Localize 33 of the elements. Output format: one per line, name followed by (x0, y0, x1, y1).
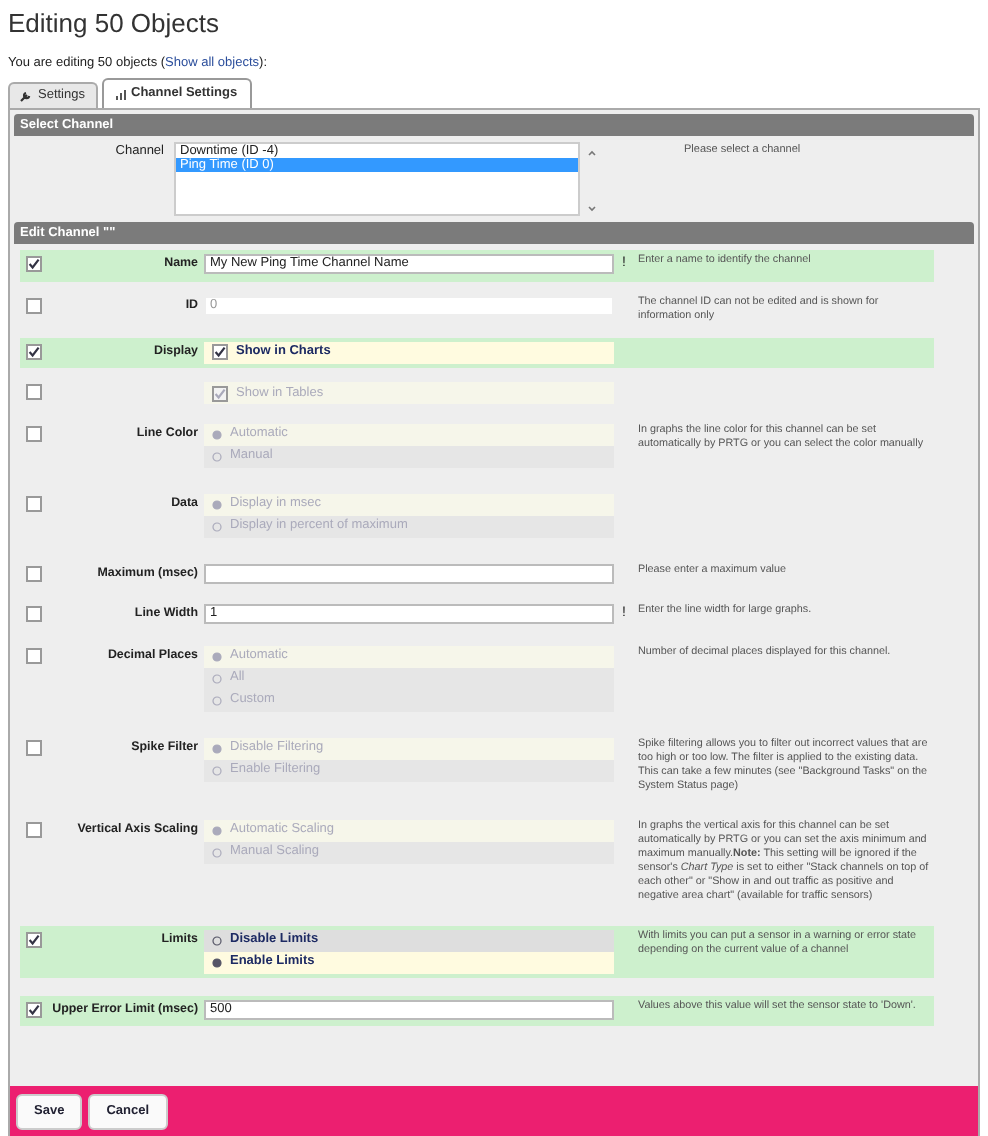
apply-checkbox[interactable] (26, 343, 42, 360)
apply-checkbox[interactable] (26, 297, 42, 314)
chart-icon (115, 89, 125, 99)
apply-checkbox[interactable] (26, 1001, 42, 1018)
radio-button[interactable] (212, 957, 222, 967)
radio-button[interactable] (212, 429, 222, 439)
radio-button[interactable] (212, 765, 222, 775)
apply-checkbox[interactable] (26, 606, 42, 623)
apply-checkbox[interactable] (26, 565, 42, 582)
checkbox[interactable] (212, 344, 228, 360)
apply-checkbox[interactable] (26, 931, 42, 948)
radio-button[interactable] (212, 451, 222, 461)
checkbox[interactable] (212, 385, 228, 401)
apply-checkbox[interactable] (26, 425, 42, 442)
radio-button[interactable] (212, 695, 222, 705)
radio-button[interactable] (212, 935, 222, 945)
radio-button[interactable] (212, 743, 222, 753)
page-title: Editing 50 Objects (8, 8, 222, 40)
radio-button[interactable] (212, 825, 222, 835)
apply-checkbox[interactable] (26, 821, 42, 838)
apply-checkbox[interactable] (26, 256, 42, 273)
radio-button[interactable] (212, 521, 222, 531)
scrollbar[interactable] (586, 148, 598, 214)
radio-button[interactable] (212, 673, 222, 683)
radio-button[interactable] (212, 651, 222, 661)
input-field[interactable] (204, 563, 614, 583)
radio-button[interactable] (212, 499, 222, 509)
apply-checkbox[interactable] (26, 495, 42, 512)
apply-checkbox[interactable] (26, 647, 42, 664)
radio-button[interactable] (212, 847, 222, 857)
apply-checkbox[interactable] (26, 739, 42, 756)
wrench-icon (20, 90, 32, 102)
apply-checkbox[interactable] (26, 384, 42, 401)
